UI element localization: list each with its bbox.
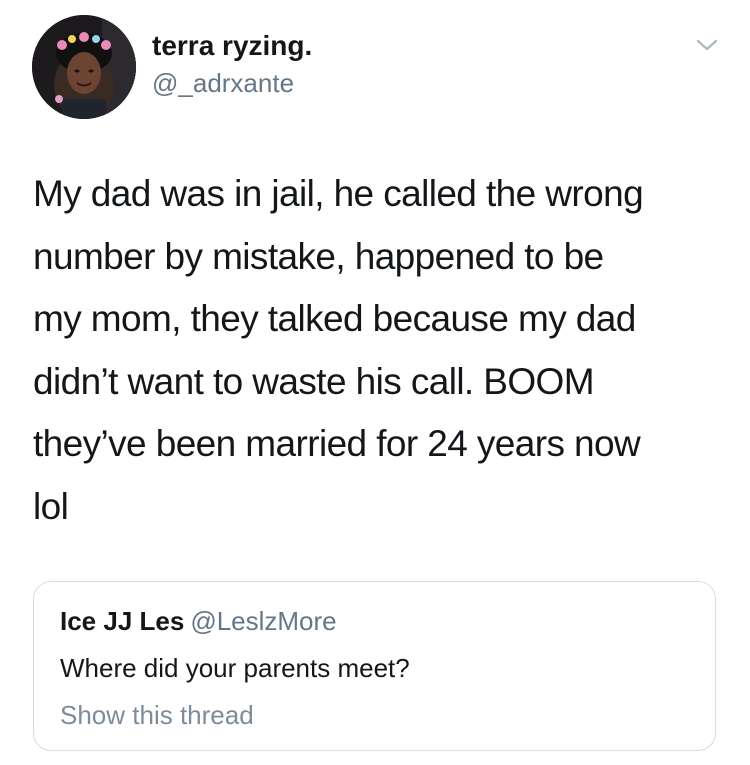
tweet-text-line: number by mistake, happened to be — [33, 235, 604, 277]
quoted-tweet-text: Where did your parents meet? — [60, 653, 410, 683]
tweet-text: My dad was in jail, he called the wrong … — [33, 163, 733, 538]
show-thread-link[interactable]: Show this thread — [60, 699, 254, 731]
avatar[interactable] — [32, 15, 136, 119]
tweet-text-line: they’ve been married for 24 years now — [33, 423, 641, 464]
quoted-tweet-author: Ice JJ Les @LeslzMore — [60, 605, 337, 637]
tweet-text-line: didn’t want to waste his call. BOOM — [33, 360, 595, 402]
tweet-text-line: lol — [33, 485, 69, 527]
quoted-tweet-card[interactable]: Ice JJ Les @LeslzMore Where did your pare… — [33, 581, 716, 751]
quoted-tweet-handle: @LeslzMore — [190, 606, 337, 636]
author-handle[interactable]: @_adrxante — [152, 67, 294, 99]
author-display-name[interactable]: terra ryzing. — [152, 29, 312, 63]
chevron-down-icon[interactable] — [692, 33, 722, 57]
tweet-text-line: my mom, they talked because my dad — [33, 298, 636, 339]
quoted-tweet-display-name: Ice JJ Les — [60, 606, 185, 636]
tweet-text-line: My dad was in jail, he called the wrong — [33, 173, 644, 214]
profile-photo-icon — [32, 15, 136, 119]
